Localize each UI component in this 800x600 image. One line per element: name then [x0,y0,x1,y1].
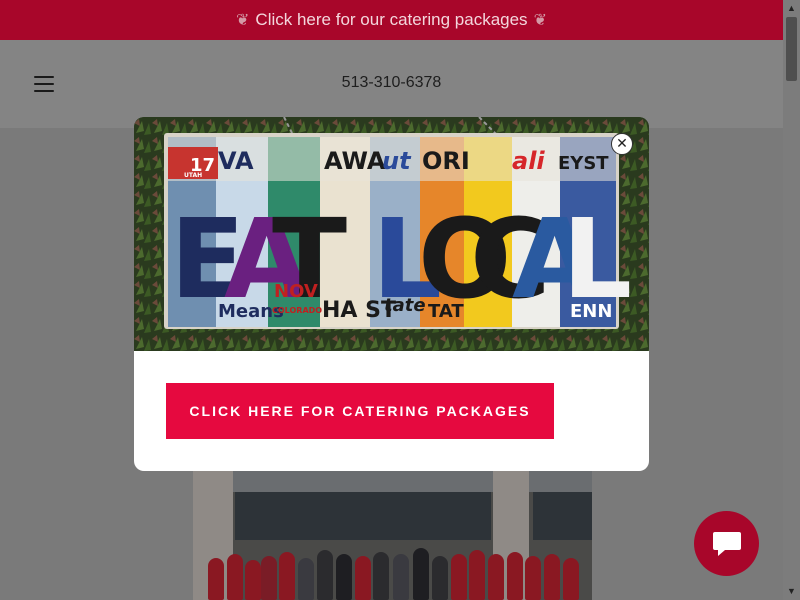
leaf-icon: ❦ [533,12,547,29]
scrollbar[interactable]: ▲ ▼ [783,0,800,600]
announcement-link[interactable]: Click here for our catering packages [255,10,527,30]
plate-fragment: AWA [324,147,386,175]
plate-fragment: ut [382,147,412,175]
close-icon[interactable]: ✕ [611,133,633,155]
plate-fragment: ali [512,147,545,175]
leaf-icon: ❦ [236,12,250,29]
scroll-down-icon[interactable]: ▼ [783,583,800,600]
eat-local-sign-image: E A T L O C A L 17 UTAH VA AWA ut ORI al… [134,117,649,351]
catering-popup-modal: E A T L O C A L 17 UTAH VA AWA ut ORI al… [134,117,649,471]
ribbon-cutting-photo [193,470,592,600]
plate-fragment: VA [218,147,254,175]
plate-fragment: tate [384,295,426,316]
plate-fragment: COLORADO [272,306,322,315]
plate-fragment: EYST [558,153,609,174]
scrollbar-thumb[interactable] [786,17,797,81]
plate-fragment: ORI [422,147,470,175]
chat-button[interactable] [694,511,759,576]
plate-state: UTAH [184,172,202,179]
catering-packages-button[interactable]: CLICK HERE FOR CATERING PACKAGES [166,383,554,439]
plate-fragment: ENN [570,301,612,322]
scroll-up-icon[interactable]: ▲ [783,0,800,17]
plate-fragment: NOV [274,281,318,302]
phone-number[interactable]: 513-310-6378 [0,74,783,92]
plate-fragment: TAT [428,301,464,322]
chat-bubble-icon [712,531,741,556]
announcement-bar[interactable]: ❦ Click here for our catering packages ❦ [0,0,783,40]
